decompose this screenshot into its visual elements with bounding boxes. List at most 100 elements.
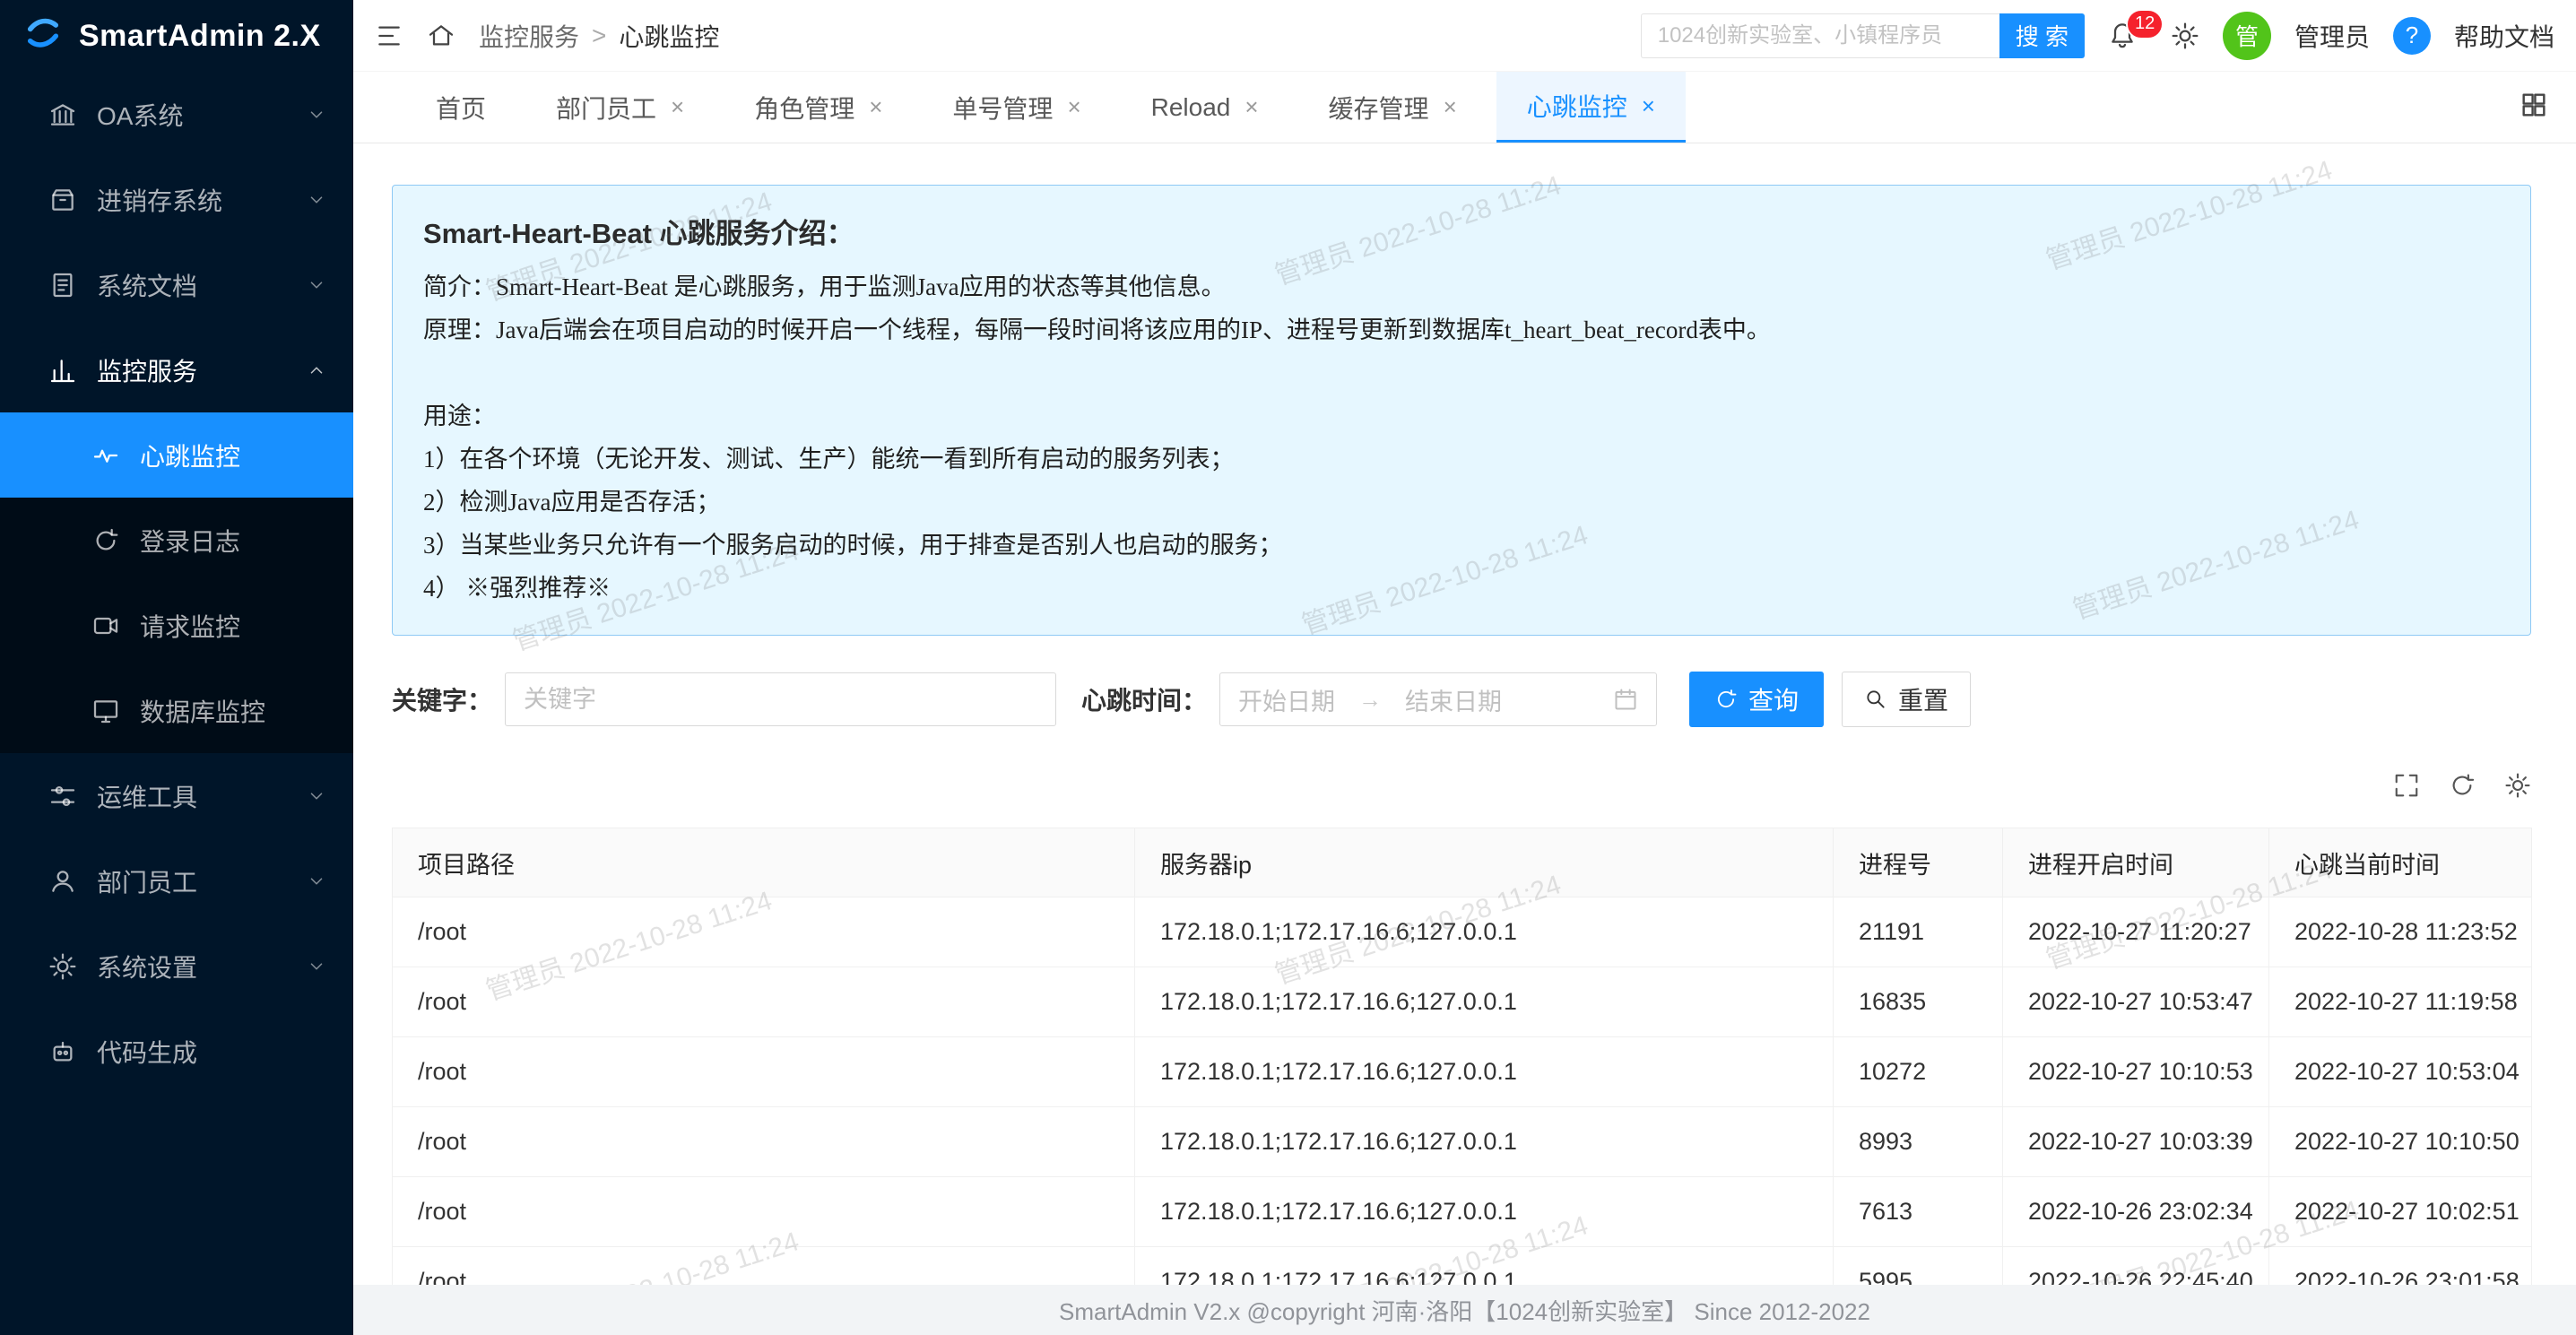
menu-collapse-icon[interactable]	[375, 22, 403, 50]
tab-reload[interactable]: Reload ×	[1121, 72, 1289, 143]
breadcrumb-separator: >	[592, 22, 606, 50]
page-tabbar: 首页 部门员工 × 角色管理 × 单号管理 × Reload × 缓存管理 ×	[353, 72, 2576, 143]
sidebar-item-codegen[interactable]: 代码生成	[0, 1009, 353, 1094]
start-date-placeholder: 开始日期	[1238, 682, 1335, 717]
cell-process-start-time: 2022-10-27 10:10:53	[2003, 1037, 2269, 1107]
cell-heartbeat-time: 2022-10-27 10:10:50	[2269, 1107, 2532, 1177]
search-input[interactable]	[1641, 13, 1999, 58]
sidebar-item-label: 进销存系统	[97, 182, 287, 218]
intro-line: 原理：Java后端会在项目启动的时候开启一个线程，每隔一段时间将该应用的IP、进…	[423, 308, 2500, 351]
intro-line: 简介：Smart-Heart-Beat 是心跳服务，用于监测Java应用的状态等…	[423, 265, 2500, 308]
close-icon[interactable]: ×	[1642, 92, 1655, 120]
sidebar-item-settings[interactable]: 系统设置	[0, 923, 353, 1009]
gear-icon	[48, 952, 77, 981]
cell-process-start-time: 2022-10-27 11:20:27	[2003, 897, 2269, 967]
cell-server-ip: 172.18.0.1;172.17.16.6;127.0.0.1	[1135, 1107, 1834, 1177]
cell-server-ip: 172.18.0.1;172.17.16.6;127.0.0.1	[1135, 1037, 1834, 1107]
close-icon[interactable]: ×	[1245, 93, 1258, 121]
query-button[interactable]: 查询	[1689, 672, 1824, 727]
sidebar-item-label: 部门员工	[97, 863, 287, 899]
sidebar-item-label: 系统文档	[97, 267, 287, 303]
bank-icon	[48, 100, 77, 129]
table-row[interactable]: /root 172.18.0.1;172.17.16.6;127.0.0.1 1…	[393, 1037, 2532, 1107]
sidebar-item-ops[interactable]: 运维工具	[0, 753, 353, 838]
box-icon	[48, 186, 77, 214]
tab-cache-manage[interactable]: 缓存管理 ×	[1298, 72, 1487, 143]
table-toolbar	[392, 772, 2531, 799]
sidebar-item-request-monitor[interactable]: 请求监控	[0, 583, 353, 668]
search-button[interactable]: 搜 索	[1999, 13, 2085, 58]
tab-home[interactable]: 首页	[405, 72, 516, 143]
monitor-screen-icon	[91, 697, 120, 725]
sidebar-item-label: 心跳监控	[140, 438, 240, 473]
intro-line	[423, 351, 2500, 394]
tab-dept-employee[interactable]: 部门员工 ×	[525, 72, 715, 143]
notification-badge: 12	[2126, 9, 2164, 39]
column-settings-gear-icon[interactable]	[2504, 772, 2531, 799]
sidebar-item-heartbeat[interactable]: 心跳监控	[0, 412, 353, 498]
global-search: 搜 索	[1641, 13, 2085, 58]
table-header-row: 项目路径 服务器ip 进程号 进程开启时间 心跳当前时间	[393, 828, 2532, 897]
close-icon[interactable]: ×	[1067, 93, 1080, 121]
col-header-project-path[interactable]: 项目路径	[393, 828, 1135, 897]
table-row[interactable]: /root 172.18.0.1;172.17.16.6;127.0.0.1 8…	[393, 1107, 2532, 1177]
sidebar-item-db-monitor[interactable]: 数据库监控	[0, 668, 353, 753]
chevron-down-icon	[307, 275, 326, 295]
sidebar-item-docs[interactable]: 系统文档	[0, 242, 353, 327]
tab-layout-grid-icon[interactable]	[2519, 90, 2549, 125]
reset-button[interactable]: 重置	[1842, 672, 1971, 727]
intro-line: 4） ※强烈推荐※	[423, 567, 2500, 610]
app-logo[interactable]: SmartAdmin 2.X	[0, 0, 353, 72]
sidebar-item-label: 数据库监控	[140, 693, 265, 729]
sidebar-item-login-log[interactable]: 登录日志	[0, 498, 353, 583]
cell-heartbeat-time: 2022-10-27 11:19:58	[2269, 967, 2532, 1037]
chevron-down-icon	[307, 105, 326, 125]
cell-server-ip: 172.18.0.1;172.17.16.6;127.0.0.1	[1135, 897, 1834, 967]
tab-label: 单号管理	[952, 90, 1053, 126]
sidebar-item-label: 登录日志	[140, 523, 240, 559]
notification-bell[interactable]: 12	[2108, 22, 2147, 50]
keyword-input[interactable]	[505, 672, 1056, 726]
table-row[interactable]: /root 172.18.0.1;172.17.16.6;127.0.0.1 2…	[393, 897, 2532, 967]
avatar[interactable]: 管	[2223, 12, 2271, 60]
table-row[interactable]: /root 172.18.0.1;172.17.16.6;127.0.0.1 1…	[393, 967, 2532, 1037]
fullscreen-icon[interactable]	[2393, 772, 2420, 799]
intro-line: 2）检测Java应用是否存活；	[423, 481, 2500, 524]
tab-role-manage[interactable]: 角色管理 ×	[724, 72, 913, 143]
intro-line: 1）在各个环境（无论开发、测试、生产）能统一看到所有启动的服务列表；	[423, 438, 2500, 481]
cell-heartbeat-time: 2022-10-27 10:53:04	[2269, 1037, 2532, 1107]
sidebar-item-oa[interactable]: OA系统	[0, 72, 353, 157]
end-date-placeholder: 结束日期	[1405, 682, 1502, 717]
login-log-icon	[91, 526, 120, 555]
sidebar-item-employee[interactable]: 部门员工	[0, 838, 353, 923]
col-header-server-ip[interactable]: 服务器ip	[1135, 828, 1834, 897]
sidebar: SmartAdmin 2.X OA系统 进销存系统 系统文档 监控服务	[0, 0, 353, 1335]
calendar-icon	[1613, 687, 1638, 712]
reset-button-label: 重置	[1898, 681, 1948, 717]
tab-serial-manage[interactable]: 单号管理 ×	[922, 72, 1111, 143]
cell-process-id: 7613	[1834, 1177, 2003, 1247]
close-icon[interactable]: ×	[869, 93, 882, 121]
col-header-process-start-time[interactable]: 进程开启时间	[2003, 828, 2269, 897]
page-footer: SmartAdmin V2.x @copyright 河南·洛阳【1024创新实…	[353, 1285, 2576, 1335]
help-doc-link[interactable]: 帮助文档	[2454, 18, 2554, 54]
breadcrumb-section[interactable]: 监控服务	[479, 18, 579, 54]
home-icon[interactable]	[427, 22, 455, 50]
close-icon[interactable]: ×	[1444, 93, 1457, 121]
col-header-process-id[interactable]: 进程号	[1834, 828, 2003, 897]
range-arrow: →	[1358, 686, 1382, 714]
sidebar-item-erp[interactable]: 进销存系统	[0, 157, 353, 242]
tab-label: 部门员工	[556, 90, 656, 126]
col-header-heartbeat-time[interactable]: 心跳当前时间	[2269, 828, 2532, 897]
date-range-picker[interactable]: 开始日期 → 结束日期	[1219, 672, 1657, 726]
table-row[interactable]: /root 172.18.0.1;172.17.16.6;127.0.0.1 7…	[393, 1177, 2532, 1247]
robot-icon	[48, 1037, 77, 1066]
tab-heartbeat-monitor[interactable]: 心跳监控 ×	[1496, 72, 1686, 143]
logo-text: SmartAdmin 2.X	[79, 19, 321, 54]
refresh-icon[interactable]	[2449, 772, 2476, 799]
close-icon[interactable]: ×	[671, 93, 684, 121]
gear-icon[interactable]	[2171, 22, 2199, 50]
username[interactable]: 管理员	[2294, 18, 2370, 54]
sidebar-item-monitor[interactable]: 监控服务	[0, 327, 353, 412]
sidebar-item-label: 运维工具	[97, 778, 287, 814]
